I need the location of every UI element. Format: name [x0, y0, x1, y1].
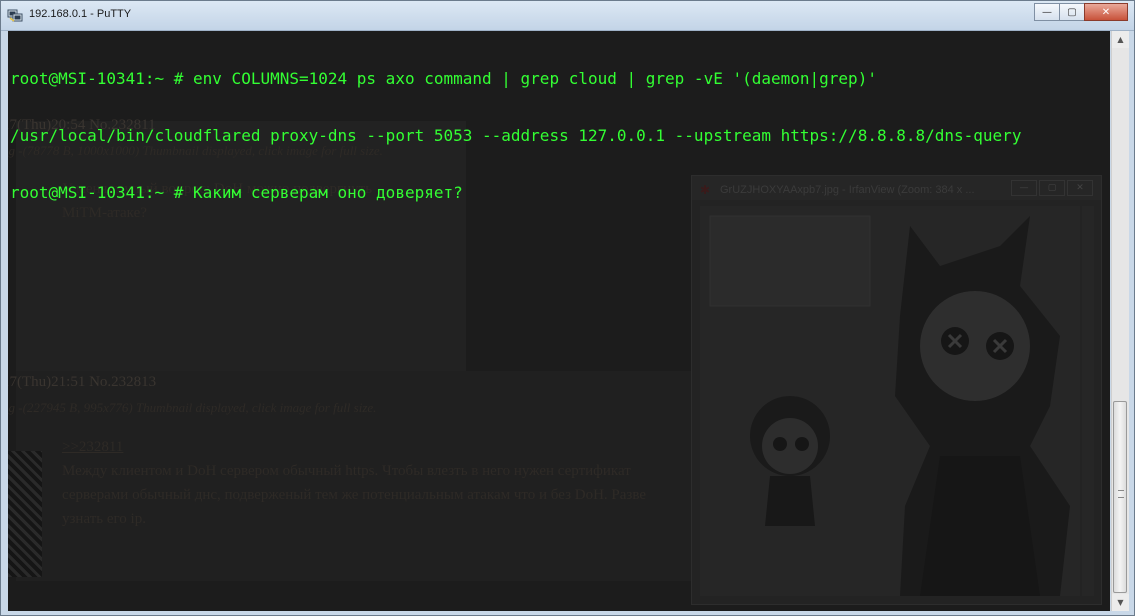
irfanview-image [700, 206, 1080, 596]
putty-window: 192.168.0.1 - PuTTY — ▢ ✕ 17(Thu)20:54 N… [0, 0, 1135, 616]
minimize-button[interactable]: — [1034, 3, 1060, 21]
ghost-post2-text-3: узнать его ip. [62, 511, 146, 527]
close-button[interactable]: ✕ [1084, 3, 1128, 21]
irfanview-title-bar: ✱ GrUZJHOXYAAxpb7.jpg - IrfanView (Zoom:… [692, 176, 1101, 200]
irfanview-close-button: ✕ [1067, 180, 1093, 196]
scroll-down-arrow-icon[interactable]: ▼ [1112, 594, 1129, 611]
terminal-line: root@MSI-10341:~ # env COLUMNS=1024 ps a… [10, 69, 877, 88]
ghost-reply-link: >>232811 [62, 439, 124, 455]
title-bar[interactable]: 192.168.0.1 - PuTTY — ▢ ✕ [1, 1, 1134, 31]
putty-icon [7, 9, 23, 22]
irfanview-minimize-button: — [1011, 180, 1037, 196]
scroll-up-arrow-icon[interactable]: ▲ [1112, 31, 1129, 48]
irfanview-window: ✱ GrUZJHOXYAAxpb7.jpg - IrfanView (Zoom:… [691, 175, 1102, 605]
vertical-scrollbar[interactable]: ▲ ▼ [1111, 31, 1129, 611]
scrollbar-thumb[interactable] [1113, 401, 1127, 593]
terminal-line: /usr/local/bin/cloudflared proxy-dns --p… [10, 126, 1022, 145]
terminal-area[interactable]: 17(Thu)20:54 No.232811 ng -(78778 B, 100… [8, 31, 1110, 611]
anime-illustration [700, 206, 1080, 596]
maximize-button[interactable]: ▢ [1059, 3, 1085, 21]
irfanview-maximize-button: ▢ [1039, 180, 1065, 196]
window-title: 192.168.0.1 - PuTTY [29, 8, 132, 20]
irfanview-icon: ✱ [700, 183, 711, 197]
ghost-post2-text-2: серверами обычный днс, подверженый тем ж… [62, 487, 646, 503]
ghost-post2-file: ng -(227945 B, 995x776) Thumbnail displa… [8, 400, 377, 415]
irfanview-title: GrUZJHOXYAAxpb7.jpg - IrfanView (Zoom: 3… [720, 184, 975, 196]
irfanview-scrollbar [1082, 206, 1094, 596]
ghost-thumbnail [8, 451, 42, 577]
ghost-post2-meta: 17(Thu)21:51 No.232813 [8, 374, 157, 390]
ghost-post2-text-1: Между клиентом и DoH сервером обычный ht… [62, 463, 631, 479]
